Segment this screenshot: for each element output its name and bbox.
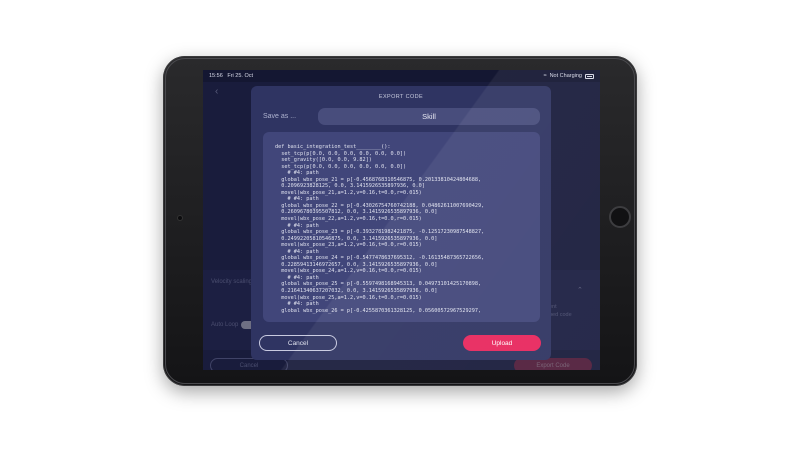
camera-icon (177, 215, 183, 221)
code-preview[interactable]: def basic_integration_test________(): se… (263, 132, 540, 322)
status-date: Fri 25. Oct (227, 73, 254, 79)
battery-icon (585, 73, 594, 79)
save-as-input[interactable] (318, 108, 540, 125)
upload-button[interactable]: Upload (463, 335, 541, 351)
status-bar: 15:56 Fri 25. Oct ≈ Not Charging (203, 70, 600, 82)
modal-title: EXPORT CODE (378, 94, 424, 100)
code-text: def basic_integration_test________(): se… (275, 144, 485, 314)
cancel-button[interactable]: Cancel (259, 335, 337, 351)
status-time: 15:56 (209, 73, 223, 79)
export-code-modal: EXPORT CODE Save as ... def basic_integr… (251, 86, 551, 360)
wifi-icon: ≈ (543, 73, 547, 79)
home-button[interactable] (609, 206, 631, 228)
save-as-label: Save as ... (263, 113, 297, 120)
battery-status-text: Not Charging (549, 73, 582, 79)
status-left: 15:56 Fri 25. Oct (209, 73, 253, 79)
screen: ‹ Velocity scaling Auto Loop ⌃ ent ped c… (203, 70, 600, 370)
status-right: ≈ Not Charging (544, 73, 594, 79)
